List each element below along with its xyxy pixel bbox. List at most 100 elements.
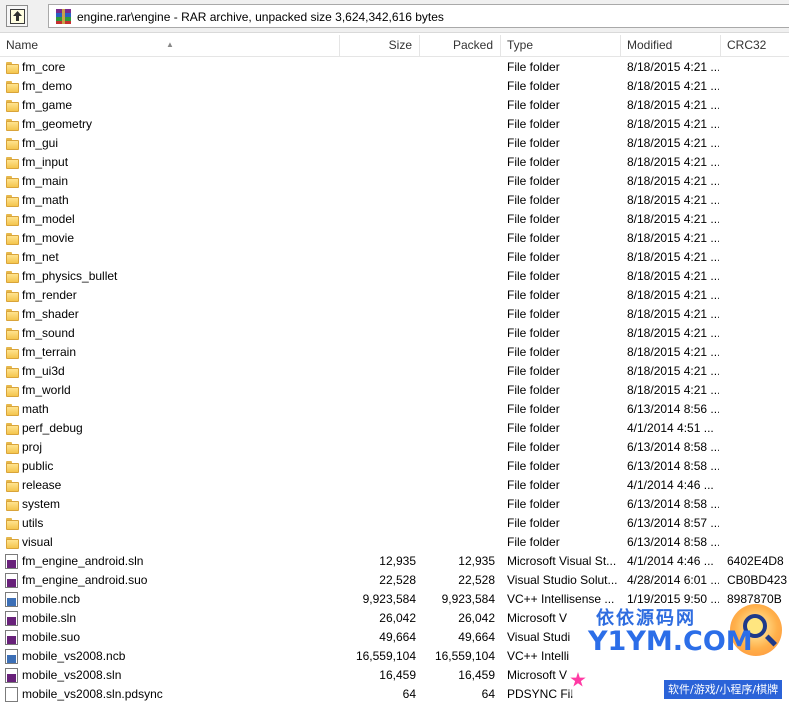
row-crc32 <box>727 305 789 324</box>
row-icon-cell <box>5 269 20 284</box>
row-size <box>340 343 416 362</box>
row-type: File folder <box>507 440 560 454</box>
blank-file-icon <box>5 687 18 702</box>
row-packed <box>420 514 495 533</box>
file-row[interactable]: visual File folder 6/13/2014 8:58 ... <box>0 533 789 552</box>
file-row[interactable]: fm_gui File folder 8/18/2015 4:21 ... <box>0 134 789 153</box>
column-packed[interactable]: Packed <box>420 35 501 57</box>
row-type: File folder <box>507 193 560 207</box>
file-row[interactable]: fm_input File folder 8/18/2015 4:21 ... <box>0 153 789 172</box>
file-row[interactable]: system File folder 6/13/2014 8:58 ... <box>0 495 789 514</box>
file-row[interactable]: public File folder 6/13/2014 8:58 ... <box>0 457 789 476</box>
row-icon-cell <box>5 79 20 94</box>
row-name: public <box>22 459 54 473</box>
row-size <box>340 533 416 552</box>
row-crc32: CB0BD423 <box>727 573 788 587</box>
visual-studio-file-icon <box>5 573 18 588</box>
row-name: fm_net <box>22 250 59 264</box>
row-modified: 8/18/2015 4:21 ... <box>627 288 719 302</box>
file-row[interactable]: perf_debug File folder 4/1/2014 4:51 ... <box>0 419 789 438</box>
row-packed: 16,559,104 <box>434 649 495 663</box>
row-size <box>340 153 416 172</box>
row-size <box>340 305 416 324</box>
row-size <box>340 248 416 267</box>
file-row[interactable]: fm_geometry File folder 8/18/2015 4:21 ... <box>0 115 789 134</box>
file-row[interactable]: proj File folder 6/13/2014 8:58 ... <box>0 438 789 457</box>
visual-studio-file-icon <box>5 630 18 645</box>
row-size <box>340 115 416 134</box>
file-row[interactable]: fm_sound File folder 8/18/2015 4:21 ... <box>0 324 789 343</box>
row-icon-cell <box>5 345 20 360</box>
row-crc32 <box>727 210 789 229</box>
row-modified: 8/18/2015 4:21 ... <box>627 136 719 150</box>
file-row[interactable]: fm_demo File folder 8/18/2015 4:21 ... <box>0 77 789 96</box>
row-name: fm_engine_android.sln <box>22 554 144 568</box>
folder-icon <box>5 535 20 550</box>
file-row[interactable]: fm_movie File folder 8/18/2015 4:21 ... <box>0 229 789 248</box>
row-crc32 <box>727 514 789 533</box>
row-modified: 6/13/2014 8:58 ... <box>627 440 719 454</box>
row-type: File folder <box>507 516 560 530</box>
visual-studio-file-icon <box>5 668 18 683</box>
visual-studio-file-icon <box>5 611 18 626</box>
row-name: fm_engine_android.suo <box>22 573 148 587</box>
row-name: proj <box>22 440 43 454</box>
file-row[interactable]: fm_model File folder 8/18/2015 4:21 ... <box>0 210 789 229</box>
row-name: fm_movie <box>22 231 75 245</box>
row-packed <box>420 324 495 343</box>
row-type: File folder <box>507 79 560 93</box>
row-type: File folder <box>507 212 560 226</box>
row-packed <box>420 533 495 552</box>
file-row[interactable]: fm_engine_android.sln 12,935 12,935 Microso… <box>0 552 789 571</box>
row-name: fm_render <box>22 288 77 302</box>
row-type: Visual Studio Solut... <box>507 573 617 587</box>
file-row[interactable]: release File folder 4/1/2014 4:46 ... <box>0 476 789 495</box>
column-size[interactable]: Size <box>340 35 420 57</box>
column-modified[interactable]: Modified <box>621 35 721 57</box>
file-row[interactable]: fm_physics_bullet File folder 8/18/2015 4:… <box>0 267 789 286</box>
column-name[interactable]: Name ▲ <box>0 35 340 57</box>
row-name: release <box>22 478 62 492</box>
row-name: math <box>22 402 49 416</box>
row-size <box>340 96 416 115</box>
column-crc32[interactable]: CRC32 <box>721 35 789 57</box>
row-type: File folder <box>507 60 560 74</box>
row-type: File folder <box>507 231 560 245</box>
row-icon-cell <box>5 668 20 683</box>
file-row[interactable]: fm_ui3d File folder 8/18/2015 4:21 ... <box>0 362 789 381</box>
row-modified: 8/18/2015 4:21 ... <box>627 212 719 226</box>
file-row[interactable]: fm_game File folder 8/18/2015 4:21 ... <box>0 96 789 115</box>
file-row[interactable]: fm_render File folder 8/18/2015 4:21 ... <box>0 286 789 305</box>
folder-icon <box>5 117 20 132</box>
up-folder-button[interactable] <box>6 5 28 27</box>
file-row[interactable]: fm_world File folder 8/18/2015 4:21 ... <box>0 381 789 400</box>
row-size <box>340 362 416 381</box>
row-name: fm_physics_bullet <box>22 269 118 283</box>
file-row[interactable]: fm_engine_android.suo 22,528 22,528 Visual … <box>0 571 789 590</box>
row-type: File folder <box>507 250 560 264</box>
file-row[interactable]: fm_math File folder 8/18/2015 4:21 ... <box>0 191 789 210</box>
file-row[interactable]: fm_terrain File folder 8/18/2015 4:21 ... <box>0 343 789 362</box>
file-row[interactable]: math File folder 6/13/2014 8:56 ... <box>0 400 789 419</box>
row-icon-cell <box>5 212 20 227</box>
file-row[interactable]: fm_main File folder 8/18/2015 4:21 ... <box>0 172 789 191</box>
address-field[interactable]: engine.rar\engine - RAR archive, unpacke… <box>48 4 789 28</box>
row-type: File folder <box>507 307 560 321</box>
row-name: mobile_vs2008.sln.pdsync <box>22 687 163 701</box>
row-crc32 <box>727 381 789 400</box>
file-row[interactable]: fm_net File folder 8/18/2015 4:21 ... <box>0 248 789 267</box>
file-row[interactable]: fm_core File folder 8/18/2015 4:21 ... <box>0 58 789 77</box>
row-packed <box>420 172 495 191</box>
row-packed <box>420 248 495 267</box>
file-row[interactable]: utils File folder 6/13/2014 8:57 ... <box>0 514 789 533</box>
row-size <box>340 324 416 343</box>
file-row[interactable]: fm_shader File folder 8/18/2015 4:21 ... <box>0 305 789 324</box>
column-type[interactable]: Type <box>501 35 621 57</box>
row-icon-cell <box>5 60 20 75</box>
row-crc32 <box>727 77 789 96</box>
row-crc32 <box>727 286 789 305</box>
row-modified: 8/18/2015 4:21 ... <box>627 250 719 264</box>
row-icon-cell <box>5 364 20 379</box>
row-name: mobile.suo <box>22 630 81 644</box>
folder-icon <box>5 136 20 151</box>
